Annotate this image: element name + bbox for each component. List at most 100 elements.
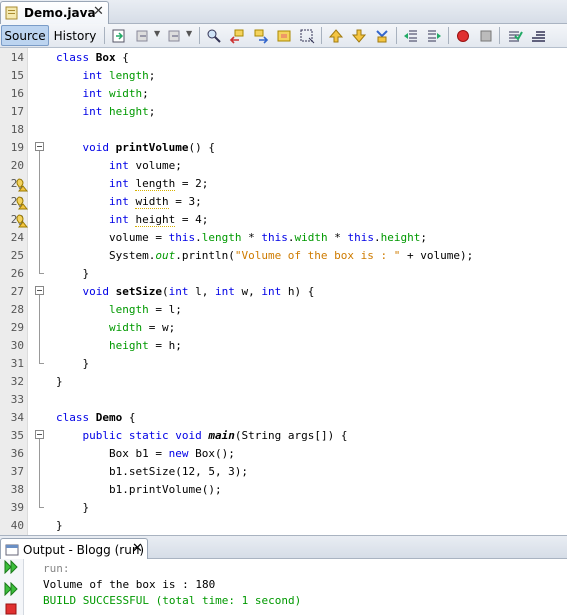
- back-icon[interactable]: [135, 28, 151, 44]
- code-line[interactable]: int volume;: [56, 157, 182, 175]
- line-number: 33: [10, 393, 24, 406]
- toolbar-separator: [199, 27, 200, 44]
- code-line[interactable]: int width = 3;: [56, 193, 202, 211]
- line-number: 18: [10, 123, 24, 136]
- code-line[interactable]: void setSize(int l, int w, int h) {: [56, 283, 315, 301]
- line-number: 15: [10, 69, 24, 82]
- toolbar-separator: [499, 27, 500, 44]
- find-icon[interactable]: [206, 28, 222, 44]
- line-number: 40: [10, 519, 24, 532]
- rectangular-selection-icon[interactable]: [299, 28, 315, 44]
- code-line[interactable]: int height;: [56, 103, 156, 121]
- line-number: 20: [10, 159, 24, 172]
- line-number: 14: [10, 51, 24, 64]
- output-window-icon: [5, 544, 19, 555]
- line-number-gutter: 1415161718192021222324252627282930313233…: [0, 48, 28, 535]
- line-number: 26: [10, 267, 24, 280]
- line-number: 39: [10, 501, 24, 514]
- code-line[interactable]: }: [56, 517, 63, 535]
- line-number: 28: [10, 303, 24, 316]
- code-area[interactable]: class Box { int length; int width; int h…: [48, 48, 567, 535]
- warning-hint-icon[interactable]: [14, 178, 28, 192]
- output-line: BUILD SUCCESSFUL (total time: 1 second): [43, 594, 302, 607]
- code-line[interactable]: }: [56, 499, 89, 517]
- toolbar-separator: [321, 27, 322, 44]
- code-line[interactable]: int width;: [56, 85, 149, 103]
- line-number: 25: [10, 249, 24, 262]
- code-line[interactable]: b1.printVolume();: [56, 481, 222, 499]
- toolbar-separator: [396, 27, 397, 44]
- output-line: run:: [43, 562, 70, 575]
- history-button[interactable]: History: [53, 25, 97, 46]
- line-number: 35: [10, 429, 24, 442]
- code-line[interactable]: class Demo {: [56, 409, 136, 427]
- code-line[interactable]: }: [56, 355, 89, 373]
- output-tab-bar: Output - Blogg (run) ✕: [0, 535, 567, 560]
- toggle-highlight-icon[interactable]: [276, 28, 292, 44]
- line-number: 32: [10, 375, 24, 388]
- toggle-bookmark-icon[interactable]: [374, 28, 390, 44]
- line-number: 38: [10, 483, 24, 496]
- code-line[interactable]: int length = 2;: [56, 175, 208, 193]
- code-editor[interactable]: 1415161718192021222324252627282930313233…: [0, 48, 567, 535]
- fold-toggle-setsize[interactable]: [35, 286, 44, 295]
- code-line[interactable]: public static void main(String args[]) {: [56, 427, 348, 445]
- start-macro-recording-icon[interactable]: [455, 28, 471, 44]
- line-number: 17: [10, 105, 24, 118]
- code-line[interactable]: class Box {: [56, 49, 129, 67]
- stop-icon[interactable]: [3, 603, 19, 615]
- fold-guide: [39, 439, 40, 507]
- close-output-icon[interactable]: ✕: [132, 541, 143, 556]
- tab-output[interactable]: Output - Blogg (run) ✕: [0, 538, 148, 560]
- toolbar-separator: [448, 27, 449, 44]
- previous-bookmark-icon[interactable]: [328, 28, 344, 44]
- code-line[interactable]: int height = 4;: [56, 211, 208, 229]
- stop-macro-recording-icon[interactable]: [478, 28, 494, 44]
- check-file-icon[interactable]: [507, 28, 523, 44]
- output-line: Volume of the box is : 180: [43, 578, 216, 591]
- line-number: 24: [10, 231, 24, 244]
- warning-hint-icon[interactable]: [14, 214, 28, 228]
- code-line[interactable]: b1.setSize(12, 5, 3);: [56, 463, 248, 481]
- line-number: 27: [10, 285, 24, 298]
- code-line[interactable]: length = l;: [56, 301, 182, 319]
- line-number: 29: [10, 321, 24, 334]
- last-edit-icon[interactable]: [111, 28, 127, 44]
- format-icon[interactable]: [530, 28, 546, 44]
- code-line[interactable]: void printVolume() {: [56, 139, 215, 157]
- rerun-icon[interactable]: [3, 560, 19, 574]
- code-line[interactable]: volume = this.length * this.width * this…: [56, 229, 427, 247]
- rerun-with-options-icon[interactable]: [3, 582, 19, 596]
- fold-guide-end: [39, 273, 44, 274]
- warning-hint-icon[interactable]: [14, 196, 28, 210]
- tab-label: Demo.java: [24, 6, 96, 20]
- line-number: 30: [10, 339, 24, 352]
- fold-guide-end: [39, 507, 44, 508]
- source-button[interactable]: Source: [1, 25, 49, 46]
- find-previous-icon[interactable]: [229, 28, 245, 44]
- line-number: 34: [10, 411, 24, 424]
- shift-right-icon[interactable]: [426, 28, 442, 44]
- shift-left-icon[interactable]: [403, 28, 419, 44]
- output-tab-label: Output - Blogg (run): [23, 542, 145, 557]
- output-side-toolbar: [0, 559, 24, 615]
- back-dropdown-icon[interactable]: ▼: [154, 29, 160, 38]
- code-line[interactable]: }: [56, 265, 89, 283]
- code-line[interactable]: System.out.println("Volume of the box is…: [56, 247, 473, 265]
- code-line[interactable]: width = w;: [56, 319, 175, 337]
- find-next-icon[interactable]: [253, 28, 269, 44]
- fold-toggle-main[interactable]: [35, 430, 44, 439]
- next-bookmark-icon[interactable]: [351, 28, 367, 44]
- code-line[interactable]: Box b1 = new Box();: [56, 445, 235, 463]
- forward-icon[interactable]: [167, 28, 183, 44]
- code-line[interactable]: }: [56, 373, 63, 391]
- forward-dropdown-icon[interactable]: ▼: [186, 29, 192, 38]
- line-number: 36: [10, 447, 24, 460]
- line-number: 19: [10, 141, 24, 154]
- close-tab-icon[interactable]: ✕: [93, 4, 104, 19]
- tab-demo-java[interactable]: Demo.java ✕: [0, 1, 109, 24]
- fold-toggle-printvolume[interactable]: [35, 142, 44, 151]
- code-line[interactable]: int length;: [56, 67, 156, 85]
- toolbar-separator: [104, 27, 105, 44]
- code-line[interactable]: height = h;: [56, 337, 182, 355]
